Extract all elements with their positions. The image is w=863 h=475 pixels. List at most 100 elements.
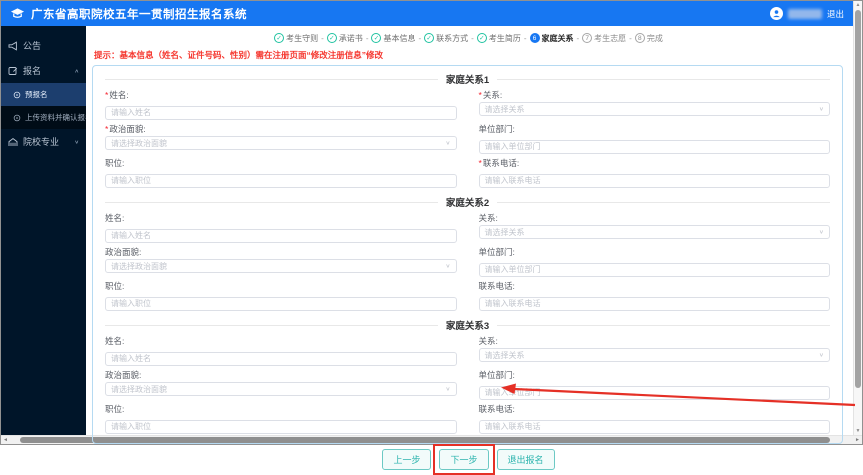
select-placeholder: 请选择关系 xyxy=(484,350,525,360)
form-field-phone: 联系电话: xyxy=(478,403,830,434)
field-label: *政治面貌: xyxy=(105,124,146,134)
sidebar-item-school-majors[interactable]: 院校专业 ∨ xyxy=(1,129,86,154)
next-step-button[interactable]: 下一步 xyxy=(439,449,489,470)
section2-relation-select[interactable]: 请选择关系 ∨ xyxy=(478,225,830,239)
divider-line xyxy=(105,201,438,203)
app-window: 广东省高职院校五年一贯制招生报名系统 退出 公告 报名 ∧ 预报名 上传资料并确… xyxy=(0,0,863,475)
form-hint: 提示：基本信息（姓名、证件号码、性别）需在注册页面“修改注册信息”修改 xyxy=(94,50,384,60)
form-field-name: *姓名: xyxy=(105,89,457,120)
stepper-step-3[interactable]: ✓ 基本信息 xyxy=(371,33,415,44)
field-label: 姓名: xyxy=(105,213,125,223)
prev-step-button[interactable]: 上一步 xyxy=(382,449,432,470)
scroll-right-arrow[interactable]: ► xyxy=(855,437,860,443)
form-field-name: 姓名: xyxy=(105,335,457,366)
step-separator: - xyxy=(576,33,580,43)
exit-registration-button[interactable]: 退出报名 xyxy=(496,449,555,470)
next-step-wrap: 下一步 xyxy=(433,444,495,475)
field-label: 联系电话: xyxy=(478,404,515,414)
stepper-step-4[interactable]: ✓ 联系方式 xyxy=(424,33,468,44)
fields-grid: 姓名: 关系: 请选择关系 ∨ 政治面貌: 请选择政治面貌 ∨ 单位部门: 职位: 联系电话: xyxy=(105,212,830,314)
field-label: 姓名: xyxy=(105,336,125,346)
field-label: 单位部门: xyxy=(478,370,515,380)
sidebar-item-announcements[interactable]: 公告 xyxy=(1,33,86,58)
stepper-step-8[interactable]: 8 完成 xyxy=(634,33,663,44)
scroll-down-arrow[interactable]: ▼ xyxy=(856,427,861,435)
section3-relation-select[interactable]: 请选择关系 ∨ xyxy=(478,348,830,362)
step-label: 完成 xyxy=(646,33,663,43)
section1-relation-select[interactable]: 请选择关系 ∨ xyxy=(478,102,830,116)
section1-position-input[interactable] xyxy=(105,173,457,188)
form-field-political-status: 政治面貌: 请选择政治面貌 ∨ xyxy=(105,246,457,277)
sidebar-item-registration[interactable]: 报名 ∧ xyxy=(1,58,86,83)
select-placeholder: 请选择政治面貌 xyxy=(111,138,167,148)
section2-name-input[interactable] xyxy=(105,228,457,243)
stepper-step-5[interactable]: ✓ 考生简历 xyxy=(476,33,521,44)
section1-department-input[interactable] xyxy=(478,139,830,154)
section1-name-input[interactable] xyxy=(105,105,457,120)
scroll-left-arrow[interactable]: ◄ xyxy=(3,437,8,443)
fields-grid: *姓名: *关系: 请选择关系 ∨ *政治面貌: 请选择政治面貌 ∨ 单位部门: 职位: *联系电… xyxy=(105,89,830,191)
stepper-step-2[interactable]: ✓ 承诺书 xyxy=(326,33,363,44)
stepper-step-7[interactable]: 7 考生志愿 xyxy=(582,33,626,44)
logout-button[interactable]: 退出 xyxy=(827,8,844,20)
step-label: 承诺书 xyxy=(338,33,363,43)
vertical-scrollbar[interactable]: ▲ ▼ xyxy=(853,1,862,435)
stepper: ✓ 考生守则 - ✓ 承诺书 - ✓ 基本信息 - ✓ 联系方式 - ✓ 考生简历 -6 家庭关系 -7 考生志愿… xyxy=(92,30,845,46)
section3-name-input[interactable] xyxy=(105,351,457,366)
form-field-political-status: 政治面貌: 请选择政治面貌 ∨ xyxy=(105,369,457,400)
sidebar-item-label: 上传资料并确认报名 xyxy=(25,113,86,122)
sidebar-item-label: 报名 xyxy=(23,66,42,76)
form-field-relation: *关系: 请选择关系 ∨ xyxy=(478,89,830,120)
step-separator: - xyxy=(629,33,632,43)
form-field-position: 职位: xyxy=(105,280,457,311)
sidebar-item-pre-registration[interactable]: 预报名 xyxy=(1,83,86,106)
form-field-relation: 关系: 请选择关系 ∨ xyxy=(478,335,830,366)
sidebar: 公告 报名 ∧ 预报名 上传资料并确认报名 院校专业 ∨ xyxy=(1,26,86,435)
divider-line xyxy=(105,78,438,80)
stepper-step-6[interactable]: 6 家庭关系 xyxy=(529,33,574,44)
section2-phone-input[interactable] xyxy=(478,296,830,311)
chevron-down-icon: ∨ xyxy=(445,140,451,147)
section2-position-input[interactable] xyxy=(105,296,457,311)
section2-department-input[interactable] xyxy=(478,262,830,277)
user-name-redacted xyxy=(787,8,822,19)
form-actions: 上一步 下一步 退出报名 xyxy=(92,444,845,475)
check-icon: ✓ xyxy=(326,33,337,43)
form-section-3: 家庭关系3 姓名: 关系: 请选择关系 ∨ 政治面貌: 请选择政治面貌 ∨ 单位部门: 职位: 联系… xyxy=(105,318,831,437)
section3-department-input[interactable] xyxy=(478,385,830,400)
stepper-step-1[interactable]: ✓ 考生守则 xyxy=(274,33,318,44)
field-label: *姓名: xyxy=(105,90,129,100)
form-field-political-status: *政治面貌: 请选择政治面貌 ∨ xyxy=(105,123,457,154)
select-placeholder: 请选择政治面貌 xyxy=(111,384,167,394)
user-avatar[interactable] xyxy=(769,7,783,20)
scroll-up-arrow[interactable]: ▲ xyxy=(856,1,861,9)
chevron-down-icon: ∨ xyxy=(818,352,824,359)
section3-phone-input[interactable] xyxy=(478,419,830,434)
field-label: 联系电话: xyxy=(478,281,515,291)
step-label: 考生简历 xyxy=(488,33,521,43)
step-separator: - xyxy=(418,33,422,43)
main-content: ✓ 考生守则 - ✓ 承诺书 - ✓ 基本信息 - ✓ 联系方式 - ✓ 考生简历 -6 家庭关系 -7 考生志愿… xyxy=(86,26,853,475)
divider-line xyxy=(497,78,831,80)
sidebar-item-upload-confirm[interactable]: 上传资料并确认报名 xyxy=(1,106,86,129)
section3-position-input[interactable] xyxy=(105,419,457,434)
select-placeholder: 请选择关系 xyxy=(484,104,525,114)
form-section-1: 家庭关系1 *姓名: *关系: 请选择关系 ∨ *政治面貌: 请选择政治面貌 ∨ 单位部门: 职位… xyxy=(105,72,831,191)
field-label: 单位部门: xyxy=(478,247,515,257)
required-asterisk: * xyxy=(478,158,482,168)
section2-political-status-select[interactable]: 请选择政治面貌 ∨ xyxy=(105,259,457,273)
form-field-department: 单位部门: xyxy=(478,369,830,400)
step-separator: - xyxy=(321,33,324,43)
required-asterisk: * xyxy=(478,90,482,100)
section1-phone-input[interactable] xyxy=(478,173,830,188)
vertical-scroll-thumb[interactable] xyxy=(855,10,861,388)
aim-icon xyxy=(13,91,21,98)
aim-icon xyxy=(13,114,21,121)
divider-line xyxy=(497,201,831,203)
sidebar-item-label: 院校专业 xyxy=(23,137,60,147)
field-label: 单位部门: xyxy=(478,124,515,134)
section1-political-status-select[interactable]: 请选择政治面貌 ∨ xyxy=(105,136,457,150)
chevron-down-icon: ∨ xyxy=(74,139,79,145)
section3-political-status-select[interactable]: 请选择政治面貌 ∨ xyxy=(105,382,457,396)
section-title: 家庭关系2 xyxy=(445,198,490,209)
